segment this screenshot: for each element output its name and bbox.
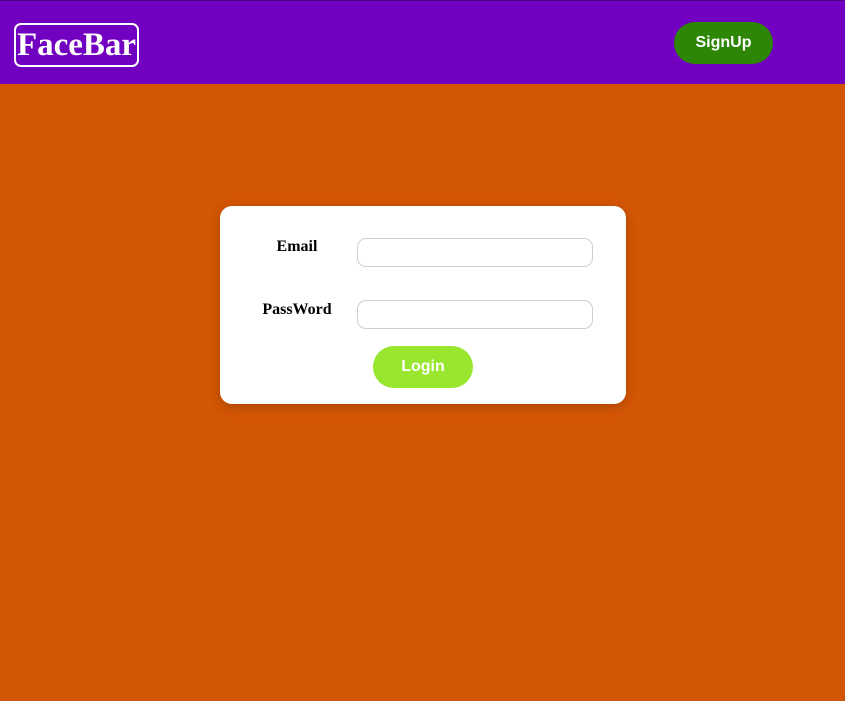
email-input[interactable] bbox=[357, 238, 593, 267]
login-button[interactable]: Login bbox=[373, 346, 473, 388]
login-card: Email PassWord Login bbox=[220, 206, 626, 404]
email-label: Email bbox=[276, 238, 318, 255]
signup-button[interactable]: SignUp bbox=[674, 22, 773, 64]
password-label: PassWord bbox=[262, 301, 332, 318]
password-input[interactable] bbox=[357, 300, 593, 329]
top-navbar: FaceBar SignUp bbox=[0, 0, 845, 84]
facebar-logo[interactable]: FaceBar bbox=[14, 23, 139, 67]
